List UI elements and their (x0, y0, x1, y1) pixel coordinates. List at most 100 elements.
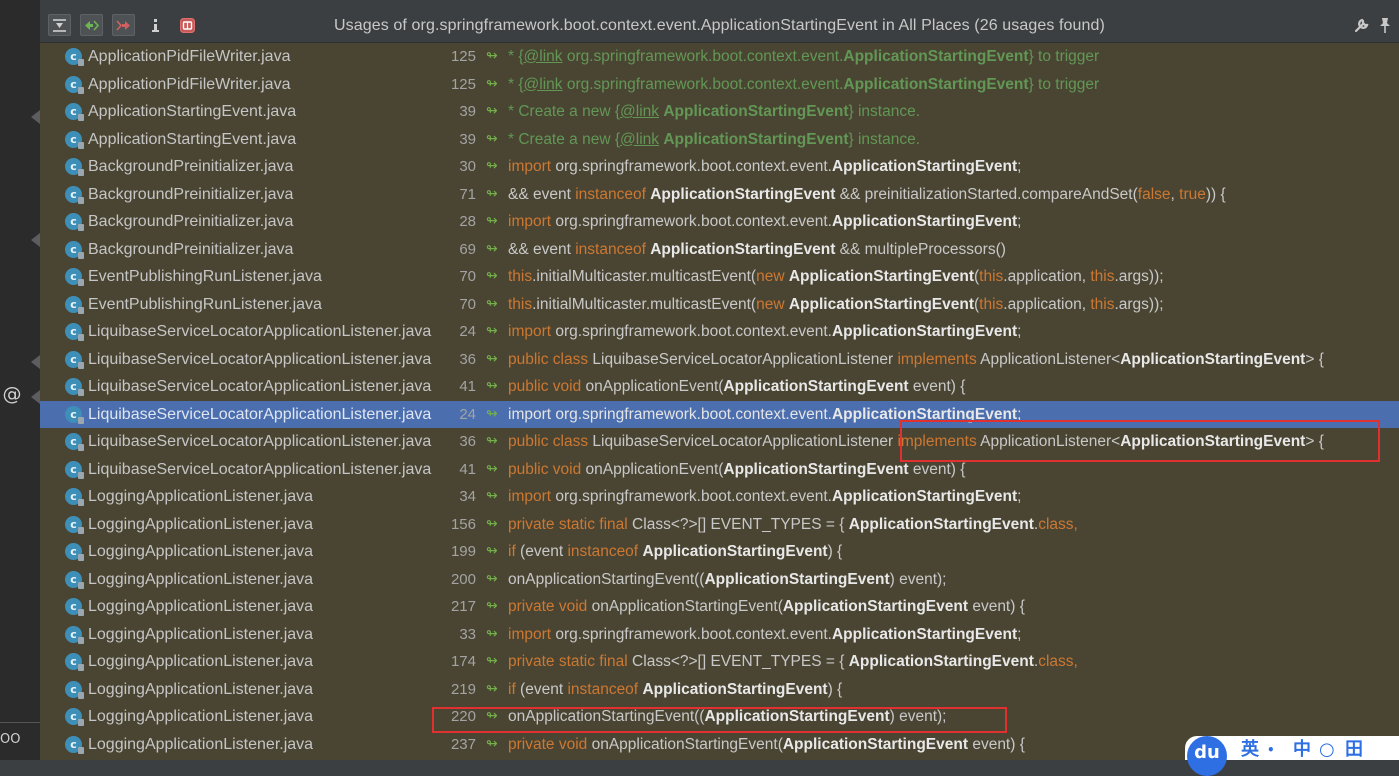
code-token: } to trigger (1028, 75, 1100, 93)
highlight-box-line-220 (432, 707, 1007, 733)
java-class-icon: c (65, 378, 84, 396)
ime-punct-toggle[interactable]: • (1267, 740, 1275, 760)
fold-marker-icon[interactable] (31, 355, 40, 369)
usage-line-number: 39 (459, 130, 476, 148)
usage-row[interactable]: c EventPublishingRunListener.java 70 ↬ this.… (40, 291, 1399, 319)
code-token: event) { (968, 735, 1025, 753)
java-class-icon: c (65, 433, 84, 451)
usage-line-number: 219 (450, 680, 476, 698)
usage-row[interactable]: c LoggingApplicationListener.java 199 ↬ if (… (40, 538, 1399, 566)
usage-line-number: 199 (450, 543, 476, 560)
code-token: @link (620, 103, 660, 120)
usage-arrow-icon: ↬ (486, 543, 498, 559)
usage-file-name: EventPublishingRunListener.java (88, 295, 322, 313)
usage-file-name: LoggingApplicationListener.java (88, 543, 314, 560)
usage-line-number: 200 (450, 570, 476, 588)
usage-arrow-icon: ↬ (486, 405, 498, 422)
usage-arrow-icon: ↬ (486, 350, 498, 367)
code-token: onApplicationStartingEvent( (587, 598, 783, 615)
code-token: * { (508, 75, 524, 93)
usage-file-name: LiquibaseServiceLocatorApplicationListen… (88, 433, 432, 450)
java-class-icon: c (65, 625, 84, 644)
code-token: .args)); (1114, 295, 1164, 313)
usage-code-snippet: import org.springframework.boot.context.… (508, 153, 1021, 181)
code-token: private static final (508, 653, 628, 670)
usage-arrow-icon: ↬ (486, 433, 498, 449)
usage-row[interactable]: c EventPublishingRunListener.java 70 ↬ this.… (40, 263, 1399, 291)
java-class-icon: c (65, 213, 84, 231)
code-token: && event (508, 185, 576, 203)
usage-row[interactable]: c BackgroundPreinitializer.java 30 ↬ import … (40, 153, 1399, 181)
usages-title: Usages of org.springframework.boot.conte… (334, 17, 1105, 34)
usage-code-snippet: private static final Class<?>[] EVENT_TY… (508, 511, 1078, 539)
usage-row[interactable]: c LoggingApplicationListener.java 156 ↬ priv… (40, 511, 1399, 539)
code-token: ApplicationStartingEvent (831, 625, 1018, 643)
usage-file-name: LiquibaseServiceLocatorApplicationListen… (88, 350, 432, 368)
code-token: onApplicationStartingEvent(( (508, 570, 705, 588)
ime-lang-toggle[interactable]: 英 (1241, 740, 1259, 760)
ime-toolbar[interactable]: du 英 • 中 ○ 田 (1185, 736, 1399, 776)
code-token: public void (508, 378, 582, 395)
usage-row[interactable]: c ApplicationStartingEvent.java 39 ↬ * Creat… (40, 98, 1399, 126)
usage-row[interactable]: c LiquibaseServiceLocatorApplicationListe… (40, 346, 1399, 374)
java-class-icon: c (65, 488, 84, 506)
ime-voice-icon[interactable]: ○ (1319, 740, 1335, 760)
fold-marker-icon[interactable] (31, 233, 40, 247)
code-token: } instance. (848, 130, 921, 148)
usage-arrow-icon: ↬ (486, 48, 498, 64)
code-token: ) { (827, 680, 843, 698)
pin-icon[interactable] (1377, 16, 1393, 34)
usage-row[interactable]: c BackgroundPreinitializer.java 28 ↬ import … (40, 208, 1399, 236)
usage-line-number: 28 (459, 213, 476, 230)
usage-row[interactable]: c BackgroundPreinitializer.java 69 ↬ && even… (40, 236, 1399, 264)
settings-wrench-icon[interactable] (1353, 16, 1371, 34)
code-token: class, (1038, 515, 1078, 533)
usage-file-name: LoggingApplicationListener.java (88, 708, 314, 725)
usage-row[interactable]: c LiquibaseServiceLocatorApplicationListe… (40, 373, 1399, 401)
code-token: ApplicationStartingEvent (831, 158, 1018, 175)
usage-line-number: 71 (459, 185, 476, 203)
code-token: public class (508, 433, 589, 450)
usage-line-number: 125 (450, 48, 476, 65)
usage-row[interactable]: c ApplicationStartingEvent.java 39 ↬ * Creat… (40, 126, 1399, 154)
usage-line-number: 36 (459, 433, 476, 450)
usage-row[interactable]: c BackgroundPreinitializer.java 71 ↬ && even… (40, 181, 1399, 209)
code-token: org.springframework.boot.context.event. (562, 75, 844, 93)
usage-row[interactable]: c ApplicationPidFileWriter.java 125 ↬ * {@li… (40, 71, 1399, 99)
java-class-icon: c (65, 48, 84, 66)
usage-row[interactable]: c LoggingApplicationListener.java 33 ↬ impor… (40, 621, 1399, 649)
usage-code-snippet: import org.springframework.boot.context.… (508, 208, 1021, 236)
ime-menu-icon[interactable]: 田 (1345, 740, 1363, 760)
code-token: org.springframework.boot.context.event. (562, 48, 844, 65)
code-token: instanceof (567, 680, 639, 698)
code-token: true (1179, 185, 1206, 203)
code-token: if (508, 680, 516, 698)
usage-row[interactable]: c LoggingApplicationListener.java 217 ↬ priv… (40, 593, 1399, 621)
ime-logo-icon[interactable]: du (1187, 736, 1227, 776)
code-token: false (1137, 185, 1171, 203)
usage-file-name: BackgroundPreinitializer.java (88, 158, 294, 175)
ime-width-toggle[interactable]: 中 (1293, 740, 1311, 760)
usage-row[interactable]: c LoggingApplicationListener.java 219 ↬ if (… (40, 676, 1399, 704)
usage-file-name: ApplicationPidFileWriter.java (88, 48, 291, 65)
usage-code-snippet: && event instanceof ApplicationStartingE… (508, 181, 1226, 209)
usage-row[interactable]: c ApplicationPidFileWriter.java 125 ↬ * {@li… (40, 43, 1399, 71)
usage-code-snippet: this.initialMulticaster.multicastEvent(n… (508, 291, 1164, 319)
code-token: ApplicationStartingEvent (788, 295, 974, 313)
usage-row[interactable]: c LoggingApplicationListener.java 200 ↬ onAp… (40, 566, 1399, 594)
usage-code-snippet: private static final Class<?>[] EVENT_TY… (508, 648, 1078, 676)
code-token: implements (897, 350, 977, 368)
code-token: this (979, 295, 1004, 313)
fold-marker-icon[interactable] (31, 110, 40, 124)
usage-arrow-icon: ↬ (486, 158, 498, 174)
usage-row[interactable]: c LiquibaseServiceLocatorApplicationListe… (40, 318, 1399, 346)
usage-arrow-icon: ↬ (486, 460, 498, 477)
usage-row[interactable]: c LoggingApplicationListener.java 174 ↬ priv… (40, 648, 1399, 676)
usage-row[interactable]: c LoggingApplicationListener.java 34 ↬ impor… (40, 483, 1399, 511)
code-token: this (979, 268, 1004, 285)
usage-line-number: 41 (459, 378, 476, 395)
code-token: ApplicationStartingEvent (831, 488, 1018, 505)
usage-file-name: BackgroundPreinitializer.java (88, 213, 294, 230)
fold-marker-icon[interactable] (31, 390, 40, 404)
code-token: ApplicationStartingEvent (831, 213, 1018, 230)
